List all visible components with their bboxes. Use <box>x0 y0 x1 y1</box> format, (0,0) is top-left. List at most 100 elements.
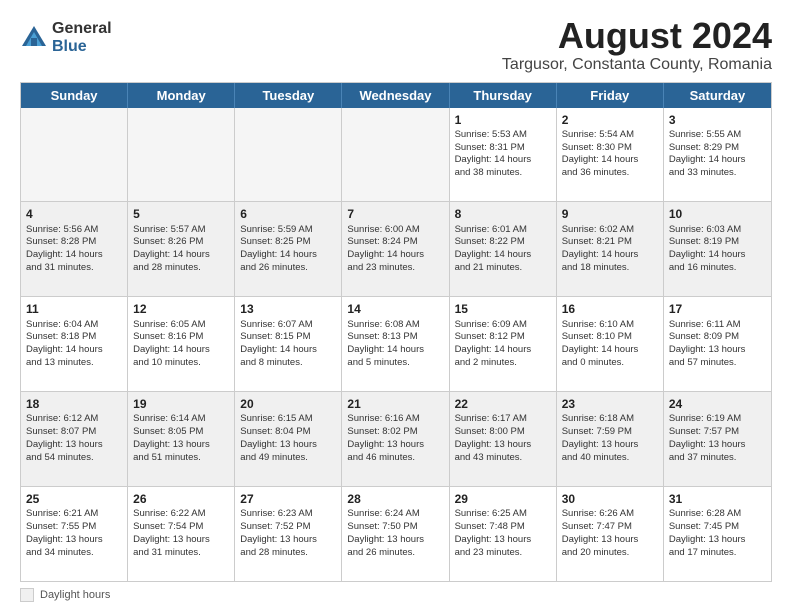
day-number: 8 <box>455 206 551 222</box>
day-detail: Sunrise: 6:26 AM <box>562 508 658 521</box>
day-detail: Sunrise: 6:07 AM <box>240 319 336 332</box>
day-detail: and 26 minutes. <box>347 547 443 560</box>
day-detail: and 16 minutes. <box>669 262 766 275</box>
day-number: 16 <box>562 301 658 317</box>
day-number: 7 <box>347 206 443 222</box>
calendar-cell: 3Sunrise: 5:55 AMSunset: 8:29 PMDaylight… <box>664 108 771 202</box>
day-detail: Sunrise: 5:54 AM <box>562 129 658 142</box>
calendar-cell: 28Sunrise: 6:24 AMSunset: 7:50 PMDayligh… <box>342 487 449 581</box>
day-detail: and 20 minutes. <box>562 547 658 560</box>
day-number: 12 <box>133 301 229 317</box>
day-detail: Daylight: 13 hours <box>347 534 443 547</box>
calendar-cell: 19Sunrise: 6:14 AMSunset: 8:05 PMDayligh… <box>128 392 235 486</box>
calendar-cell: 20Sunrise: 6:15 AMSunset: 8:04 PMDayligh… <box>235 392 342 486</box>
day-number: 2 <box>562 112 658 128</box>
day-detail: Daylight: 13 hours <box>26 439 122 452</box>
calendar-header-day: Friday <box>557 83 664 108</box>
day-detail: Sunset: 8:18 PM <box>26 331 122 344</box>
day-detail: Sunrise: 6:12 AM <box>26 413 122 426</box>
day-number: 27 <box>240 491 336 507</box>
logo: General Blue <box>20 20 112 55</box>
title-block: August 2024 Targusor, Constanta County, … <box>502 16 772 74</box>
day-detail: Sunset: 8:22 PM <box>455 236 551 249</box>
calendar-cell: 14Sunrise: 6:08 AMSunset: 8:13 PMDayligh… <box>342 297 449 391</box>
calendar-cell: 1Sunrise: 5:53 AMSunset: 8:31 PMDaylight… <box>450 108 557 202</box>
day-number: 14 <box>347 301 443 317</box>
day-detail: and 33 minutes. <box>669 167 766 180</box>
day-detail: Sunset: 8:26 PM <box>133 236 229 249</box>
day-detail: and 31 minutes. <box>26 262 122 275</box>
header: General Blue August 2024 Targusor, Const… <box>20 16 772 74</box>
day-number: 1 <box>455 112 551 128</box>
day-detail: and 28 minutes. <box>133 262 229 275</box>
day-number: 11 <box>26 301 122 317</box>
day-detail: Daylight: 13 hours <box>26 534 122 547</box>
calendar-cell: 9Sunrise: 6:02 AMSunset: 8:21 PMDaylight… <box>557 202 664 296</box>
day-detail: and 23 minutes. <box>347 262 443 275</box>
day-detail: Sunset: 8:28 PM <box>26 236 122 249</box>
day-detail: Sunrise: 6:02 AM <box>562 224 658 237</box>
calendar-cell: 13Sunrise: 6:07 AMSunset: 8:15 PMDayligh… <box>235 297 342 391</box>
day-detail: Sunset: 7:45 PM <box>669 521 766 534</box>
day-detail: Sunrise: 5:55 AM <box>669 129 766 142</box>
day-detail: and 21 minutes. <box>455 262 551 275</box>
day-detail: Daylight: 14 hours <box>240 344 336 357</box>
day-number: 22 <box>455 396 551 412</box>
day-detail: Daylight: 14 hours <box>26 249 122 262</box>
calendar-cell <box>342 108 449 202</box>
calendar-cell <box>128 108 235 202</box>
day-number: 19 <box>133 396 229 412</box>
day-detail: Daylight: 14 hours <box>562 154 658 167</box>
calendar-cell: 7Sunrise: 6:00 AMSunset: 8:24 PMDaylight… <box>342 202 449 296</box>
footer: Daylight hours <box>20 588 772 602</box>
day-number: 15 <box>455 301 551 317</box>
day-detail: and 17 minutes. <box>669 547 766 560</box>
calendar-cell <box>235 108 342 202</box>
day-detail: and 46 minutes. <box>347 452 443 465</box>
calendar-row: 25Sunrise: 6:21 AMSunset: 7:55 PMDayligh… <box>21 486 771 581</box>
calendar-cell: 23Sunrise: 6:18 AMSunset: 7:59 PMDayligh… <box>557 392 664 486</box>
day-detail: and 2 minutes. <box>455 357 551 370</box>
day-detail: Daylight: 13 hours <box>562 439 658 452</box>
day-number: 28 <box>347 491 443 507</box>
day-detail: Sunset: 8:05 PM <box>133 426 229 439</box>
calendar-cell: 18Sunrise: 6:12 AMSunset: 8:07 PMDayligh… <box>21 392 128 486</box>
day-number: 23 <box>562 396 658 412</box>
day-number: 17 <box>669 301 766 317</box>
day-detail: Sunrise: 6:19 AM <box>669 413 766 426</box>
day-detail: and 10 minutes. <box>133 357 229 370</box>
day-number: 18 <box>26 396 122 412</box>
day-detail: Daylight: 13 hours <box>240 534 336 547</box>
day-number: 25 <box>26 491 122 507</box>
calendar-row: 18Sunrise: 6:12 AMSunset: 8:07 PMDayligh… <box>21 391 771 486</box>
day-detail: Sunrise: 6:09 AM <box>455 319 551 332</box>
calendar-cell <box>21 108 128 202</box>
day-detail: Sunset: 7:57 PM <box>669 426 766 439</box>
day-detail: Sunrise: 6:23 AM <box>240 508 336 521</box>
day-number: 31 <box>669 491 766 507</box>
calendar-cell: 27Sunrise: 6:23 AMSunset: 7:52 PMDayligh… <box>235 487 342 581</box>
day-detail: Sunset: 8:30 PM <box>562 142 658 155</box>
day-detail: Sunrise: 6:22 AM <box>133 508 229 521</box>
day-detail: Sunset: 7:59 PM <box>562 426 658 439</box>
day-detail: Sunrise: 5:53 AM <box>455 129 551 142</box>
day-detail: and 43 minutes. <box>455 452 551 465</box>
day-number: 30 <box>562 491 658 507</box>
day-detail: Daylight: 14 hours <box>562 344 658 357</box>
day-number: 9 <box>562 206 658 222</box>
day-number: 26 <box>133 491 229 507</box>
day-detail: Sunset: 7:55 PM <box>26 521 122 534</box>
day-detail: Sunset: 8:10 PM <box>562 331 658 344</box>
day-detail: Daylight: 13 hours <box>669 439 766 452</box>
day-number: 6 <box>240 206 336 222</box>
day-detail: Sunset: 7:47 PM <box>562 521 658 534</box>
day-detail: and 57 minutes. <box>669 357 766 370</box>
day-detail: Sunset: 8:13 PM <box>347 331 443 344</box>
calendar-header-day: Thursday <box>450 83 557 108</box>
calendar-cell: 15Sunrise: 6:09 AMSunset: 8:12 PMDayligh… <box>450 297 557 391</box>
day-number: 21 <box>347 396 443 412</box>
day-detail: Daylight: 13 hours <box>562 534 658 547</box>
day-detail: Sunrise: 6:21 AM <box>26 508 122 521</box>
day-detail: and 5 minutes. <box>347 357 443 370</box>
day-detail: Daylight: 14 hours <box>562 249 658 262</box>
